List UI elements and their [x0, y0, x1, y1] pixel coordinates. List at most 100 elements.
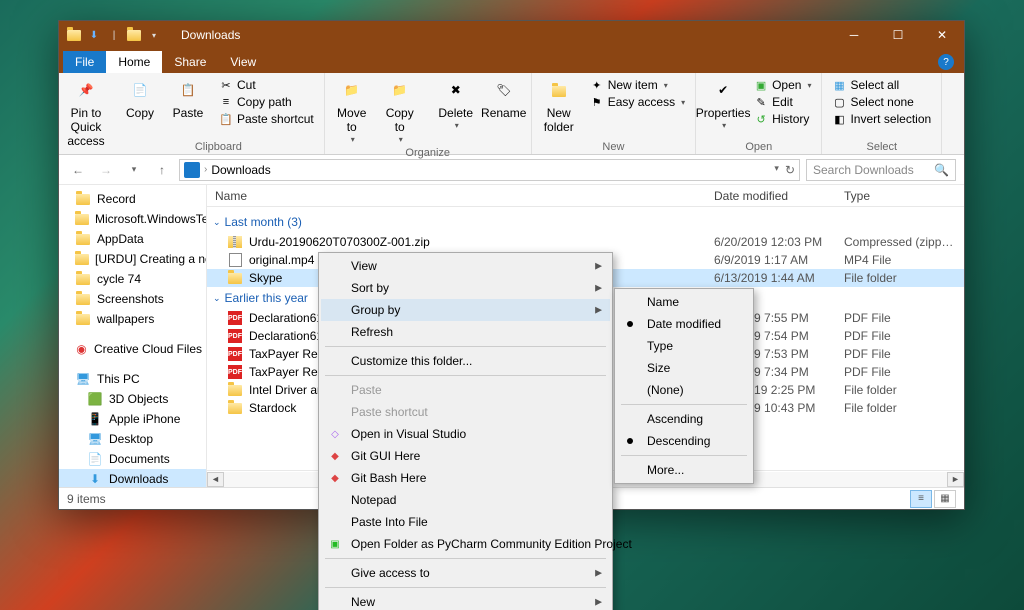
- scroll-left-icon[interactable]: ◄: [207, 472, 224, 487]
- nav-back-button[interactable]: ←: [67, 159, 89, 181]
- cut-button[interactable]: ✂Cut: [213, 77, 320, 93]
- copy-path-button[interactable]: ≡Copy path: [213, 94, 320, 110]
- tab-view[interactable]: View: [218, 51, 268, 73]
- menu-item-ascending[interactable]: Ascending: [617, 408, 751, 430]
- sidebar-item[interactable]: Microsoft.WindowsTe: [59, 209, 206, 229]
- col-type[interactable]: Type: [844, 189, 964, 203]
- scroll-right-icon[interactable]: ►: [947, 472, 964, 487]
- menu-item-more-[interactable]: More...: [617, 459, 751, 481]
- menu-item-descending[interactable]: Descending: [617, 430, 751, 452]
- nav-recent-dropdown[interactable]: ▾: [123, 159, 145, 181]
- cut-icon: ✂: [219, 78, 233, 92]
- file-type: Compressed (zipp…: [844, 235, 964, 249]
- menu-item-open-folder-as-pycharm-community-edition-project[interactable]: ▣Open Folder as PyCharm Community Editio…: [321, 533, 610, 555]
- menu-item-view[interactable]: View▶: [321, 255, 610, 277]
- help-icon[interactable]: ?: [938, 54, 954, 70]
- menu-item-give-access-to[interactable]: Give access to▶: [321, 562, 610, 584]
- easy-access-button[interactable]: ⚑Easy access▾: [584, 94, 691, 110]
- open-button[interactable]: ▣Open▾: [748, 77, 817, 93]
- tab-share[interactable]: Share: [162, 51, 218, 73]
- move-to-button[interactable]: 📁Move to▾: [329, 75, 375, 146]
- menu-item-type[interactable]: Type: [617, 335, 751, 357]
- paste-button[interactable]: 📋Paste: [165, 75, 211, 123]
- menu-item-customize-this-folder-[interactable]: Customize this folder...: [321, 350, 610, 372]
- invert-selection-button[interactable]: ◧Invert selection: [826, 111, 937, 127]
- open-group-label: Open: [700, 140, 817, 154]
- sidebar-item[interactable]: Screenshots: [59, 289, 206, 309]
- pdf-icon: PDF: [227, 328, 243, 344]
- maximize-button[interactable]: ☐: [876, 21, 920, 49]
- select-none-button[interactable]: ▢Select none: [826, 94, 937, 110]
- copy-to-button[interactable]: 📁Copy to▾: [377, 75, 423, 146]
- qat-folder-icon[interactable]: [127, 28, 141, 42]
- delete-button[interactable]: ✖Delete▾: [433, 75, 479, 132]
- tab-home[interactable]: Home: [106, 51, 162, 73]
- sidebar-item[interactable]: cycle 74: [59, 269, 206, 289]
- address-bar[interactable]: › Downloads ▾ ↻: [179, 159, 800, 181]
- menu-item-git-bash-here[interactable]: ◆Git Bash Here: [321, 467, 610, 489]
- sidebar-this-pc[interactable]: 🖥This PC: [59, 369, 206, 389]
- new-item-button[interactable]: ✦New item▾: [584, 77, 691, 93]
- menu-item-new[interactable]: New▶: [321, 591, 610, 610]
- copy-button[interactable]: 📄Copy: [117, 75, 163, 123]
- menu-item-name[interactable]: Name: [617, 291, 751, 313]
- sidebar-item-documents[interactable]: 📄Documents: [59, 449, 206, 469]
- col-date[interactable]: Date modified: [714, 189, 844, 203]
- sidebar-item[interactable]: wallpapers: [59, 309, 206, 329]
- sidebar-item-apple-iphone[interactable]: 📱Apple iPhone: [59, 409, 206, 429]
- sidebar-label: AppData: [97, 232, 144, 246]
- git-icon: ◆: [327, 470, 343, 486]
- menu-item-git-gui-here[interactable]: ◆Git GUI Here: [321, 445, 610, 467]
- menu-item--none-[interactable]: (None): [617, 379, 751, 401]
- menu-item-group-by[interactable]: Group by▶: [321, 299, 610, 321]
- menu-item-paste-into-file[interactable]: Paste Into File: [321, 511, 610, 533]
- col-name[interactable]: Name: [207, 189, 714, 203]
- menu-label: Size: [647, 361, 670, 375]
- search-box[interactable]: Search Downloads 🔍: [806, 159, 956, 181]
- new-folder-button[interactable]: New folder: [536, 75, 582, 137]
- menu-item-open-in-visual-studio[interactable]: ◇Open in Visual Studio: [321, 423, 610, 445]
- sidebar-item-downloads[interactable]: ⬇Downloads: [59, 469, 206, 487]
- details-view-button[interactable]: ≡: [910, 490, 932, 508]
- file-row[interactable]: Urdu-20190620T070300Z-001.zip6/20/2019 1…: [207, 233, 964, 251]
- nav-forward-button[interactable]: →: [95, 159, 117, 181]
- search-icon[interactable]: 🔍: [934, 163, 949, 177]
- menu-item-refresh[interactable]: Refresh: [321, 321, 610, 343]
- properties-button[interactable]: ✔Properties▾: [700, 75, 746, 132]
- group-header[interactable]: ⌄Last month (3): [207, 211, 964, 233]
- edit-button[interactable]: ✎Edit: [748, 94, 817, 110]
- tab-file[interactable]: File: [63, 51, 106, 73]
- menu-item-sort-by[interactable]: Sort by▶: [321, 277, 610, 299]
- icons-view-button[interactable]: ▦: [934, 490, 956, 508]
- menu-item-size[interactable]: Size: [617, 357, 751, 379]
- nav-up-button[interactable]: ↑: [151, 159, 173, 181]
- sidebar-item[interactable]: Record: [59, 189, 206, 209]
- pin-to-quick-access[interactable]: 📌 Pin to Quick access: [63, 75, 109, 150]
- sidebar-item[interactable]: [URDU] Creating a new t: [59, 249, 206, 269]
- navigation-pane[interactable]: RecordMicrosoft.WindowsTe AppData [URDU] C…: [59, 185, 207, 487]
- select-none-icon: ▢: [832, 95, 846, 109]
- qat-dropdown-icon[interactable]: ▾: [147, 28, 161, 42]
- folder-icon: [75, 291, 91, 307]
- rename-button[interactable]: 🏷Rename: [481, 75, 527, 123]
- sidebar-creative-cloud[interactable]: ◉Creative Cloud Files: [59, 339, 206, 359]
- cube-icon: 🟩: [87, 391, 103, 407]
- paste-shortcut-button[interactable]: 📋Paste shortcut: [213, 111, 320, 127]
- select-all-button[interactable]: ▦Select all: [826, 77, 937, 93]
- minimize-button[interactable]: ─: [832, 21, 876, 49]
- file-type: PDF File: [844, 329, 964, 343]
- history-button[interactable]: ↺History: [748, 111, 817, 127]
- menu-item-date-modified[interactable]: Date modified: [617, 313, 751, 335]
- address-dropdown-icon[interactable]: ▾: [774, 163, 779, 177]
- breadcrumb-sep-icon[interactable]: ›: [204, 164, 207, 175]
- qat-down-icon[interactable]: ⬇: [87, 28, 101, 42]
- sidebar-item[interactable]: AppData: [59, 229, 206, 249]
- sidebar-item-desktop[interactable]: 🖥Desktop: [59, 429, 206, 449]
- menu-item-notepad[interactable]: Notepad: [321, 489, 610, 511]
- breadcrumb-segment[interactable]: Downloads: [211, 163, 270, 177]
- close-button[interactable]: ✕: [920, 21, 964, 49]
- sidebar-item-3d-objects[interactable]: 🟩3D Objects: [59, 389, 206, 409]
- menu-label: Refresh: [351, 325, 393, 339]
- refresh-icon[interactable]: ↻: [785, 163, 795, 177]
- pdf-icon: PDF: [227, 346, 243, 362]
